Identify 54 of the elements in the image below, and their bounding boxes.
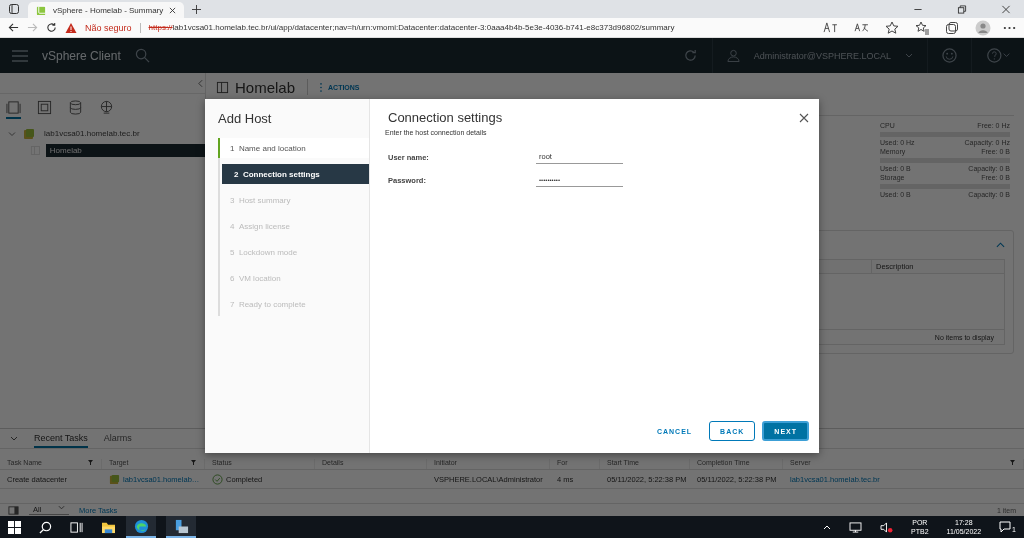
tree-item[interactable]: lab1vcsa01.homelab.tec.br	[40, 127, 148, 140]
building-icon	[216, 80, 229, 94]
server-icon	[23, 127, 35, 140]
windows-start-icon[interactable]	[8, 520, 21, 534]
hosts-icon[interactable]	[6, 100, 21, 119]
speaker-muted-icon[interactable]	[880, 521, 894, 533]
dialog-title: Add Host	[218, 111, 273, 126]
filter-icon[interactable]	[191, 460, 196, 465]
panel-tab[interactable]: Recent Tasks	[34, 433, 88, 448]
search-icon[interactable]	[39, 520, 52, 534]
server-manager-icon[interactable]	[173, 518, 189, 534]
text-size-icon[interactable]	[823, 22, 838, 33]
wizard-step[interactable]: 2 Connection settings	[222, 164, 369, 184]
wizard-step[interactable]: 1 Name and location	[218, 138, 369, 158]
chevron-down-icon[interactable]	[10, 436, 18, 441]
vsphere-icon	[36, 4, 47, 16]
collections-icon[interactable]	[945, 20, 959, 35]
close-icon[interactable]	[169, 6, 177, 14]
translate-icon[interactable]	[854, 22, 869, 33]
chevron-down-icon[interactable]	[58, 505, 65, 510]
chevron-up-icon[interactable]	[996, 242, 1005, 248]
vertical-dots-icon[interactable]	[320, 82, 323, 92]
panel-tab[interactable]: Alarms	[103, 433, 132, 448]
app-title: vSphere Client	[42, 48, 121, 63]
security-label[interactable]: Não seguro	[85, 22, 132, 33]
back-arrow-icon[interactable]	[8, 22, 19, 33]
object-title: Homelab	[235, 78, 296, 96]
section-heading: Connection settings	[388, 110, 503, 125]
user-icon	[726, 49, 740, 62]
vms-icon[interactable]	[37, 100, 52, 115]
address-field[interactable]: https://lab1vcsa01.homelab.tec.br/ui/app/datacenter;nav=h/urn:vmomi:Datacenter:datacenter-3:0aaa4b4b-5e3e-4036-b741-e8c373d96802/summary	[148, 23, 675, 32]
database-icon[interactable]	[68, 100, 83, 115]
tree-item[interactable]: Homelab	[45, 144, 205, 157]
favorites-icon[interactable]	[915, 20, 929, 35]
star-icon[interactable]	[885, 20, 899, 35]
notification-icon[interactable]	[999, 521, 1012, 533]
folder-icon[interactable]	[101, 520, 116, 534]
close-icon[interactable]	[799, 112, 809, 123]
filter-icon[interactable]	[1010, 460, 1015, 465]
edge-icon[interactable]	[133, 518, 149, 534]
warning-icon	[65, 21, 77, 34]
window-icon[interactable]	[8, 3, 20, 15]
filter-icon[interactable]	[88, 460, 93, 465]
network-icon[interactable]	[849, 521, 863, 533]
reload-icon[interactable]	[46, 22, 57, 33]
caret-up-icon[interactable]	[823, 524, 832, 530]
columns-icon[interactable]	[8, 504, 19, 516]
server-icon	[109, 473, 120, 485]
more-icon[interactable]	[1003, 25, 1016, 30]
check-circle-icon	[212, 473, 223, 485]
profile-icon[interactable]	[975, 19, 991, 36]
browser-tab[interactable]: vSphere - Homelab - Summary	[28, 2, 184, 18]
task-view-icon[interactable]	[70, 520, 83, 534]
plus-icon[interactable]	[192, 4, 201, 14]
